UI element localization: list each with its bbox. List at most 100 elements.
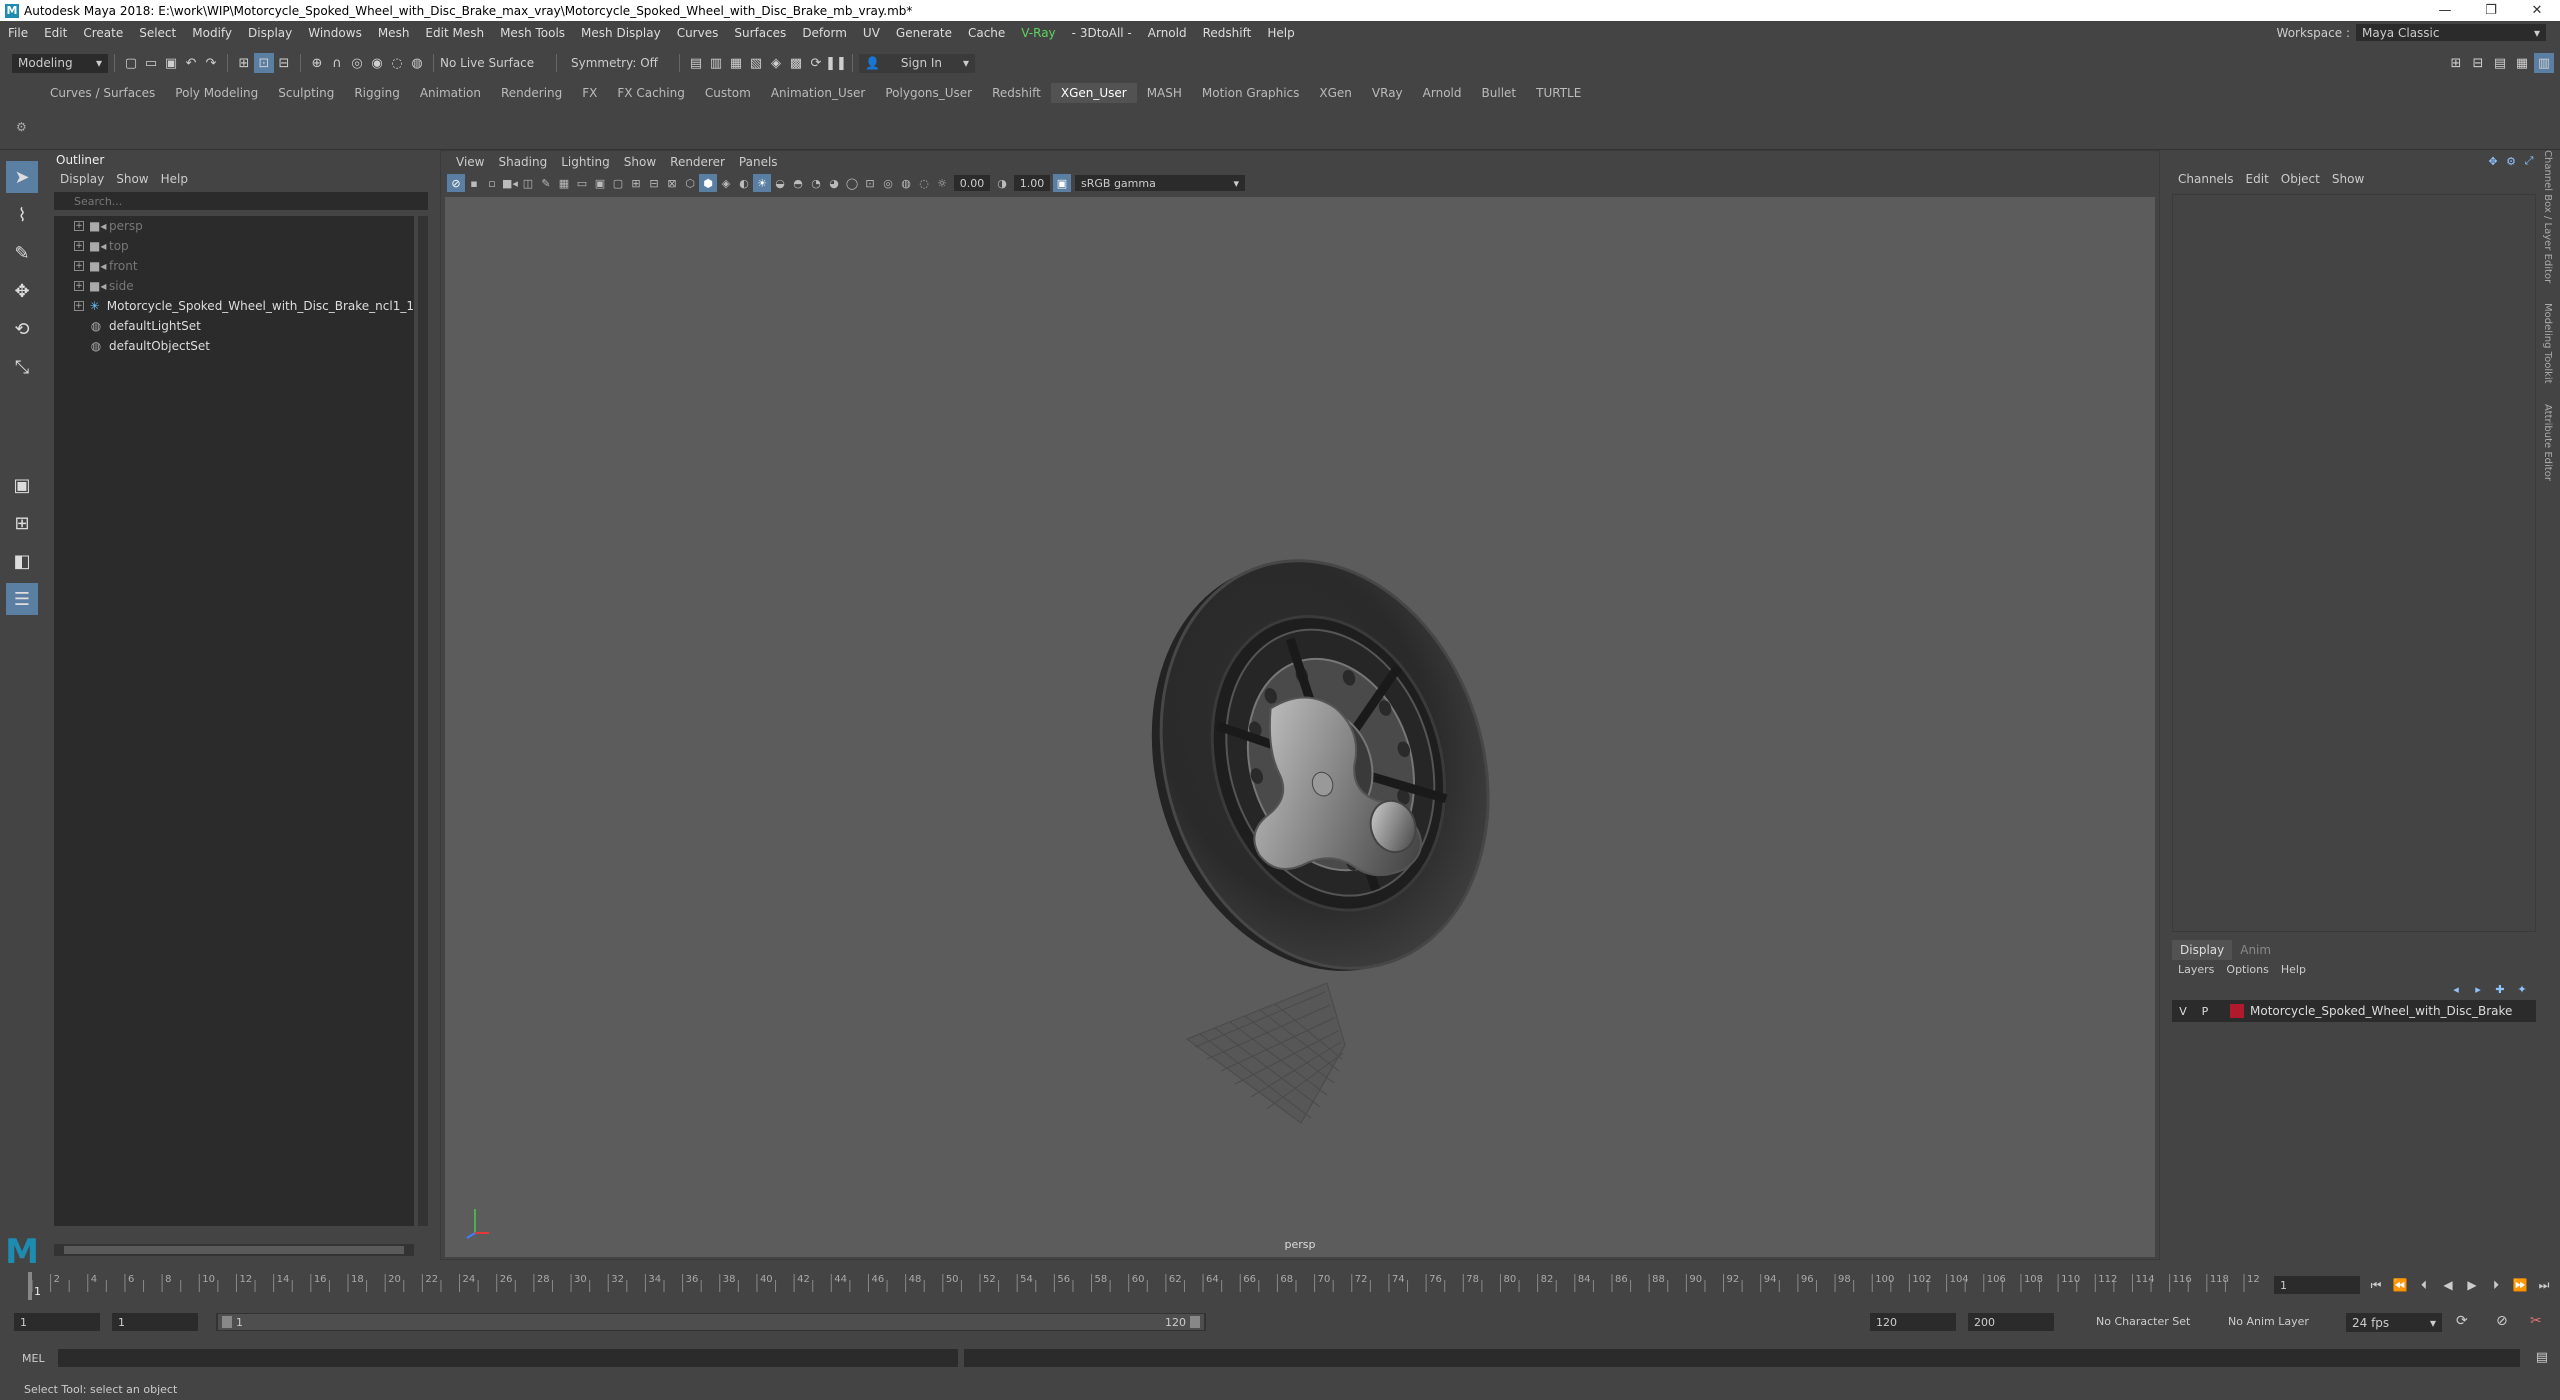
- select-component-icon[interactable]: ⊟: [274, 53, 294, 73]
- menu-generate[interactable]: Generate: [888, 26, 960, 40]
- scrollbar-thumb[interactable]: [64, 1246, 404, 1254]
- safe-title-icon[interactable]: ⊠: [663, 174, 681, 192]
- shelf-tab-rendering[interactable]: Rendering: [491, 83, 572, 103]
- menu-arnold[interactable]: Arnold: [1140, 26, 1195, 40]
- textured-icon[interactable]: ◐: [735, 174, 753, 192]
- save-scene-icon[interactable]: ▣: [161, 53, 181, 73]
- menu-set-dropdown[interactable]: Modeling ▾: [12, 53, 108, 73]
- layer-visibility-toggle[interactable]: V: [2172, 1005, 2194, 1018]
- channel-box-layout-icon[interactable]: ✥: [2486, 154, 2500, 168]
- render-view-icon[interactable]: ▦: [726, 53, 746, 73]
- hypershade-icon[interactable]: ▩: [786, 53, 806, 73]
- expand-icon[interactable]: +: [74, 281, 84, 291]
- render-frame-icon[interactable]: ▤: [686, 53, 706, 73]
- channel-box-menu-channels[interactable]: Channels: [2172, 172, 2240, 186]
- command-input[interactable]: [58, 1349, 958, 1367]
- snap-view-icon[interactable]: ◉: [367, 53, 387, 73]
- layer-tab-display[interactable]: Display: [2172, 940, 2233, 960]
- workspace-dropdown[interactable]: Maya Classic ▾: [2356, 24, 2546, 41]
- go-to-end-icon[interactable]: ⏭: [2536, 1278, 2552, 1293]
- render-sequence-icon[interactable]: ▥: [706, 53, 726, 73]
- shelf-tab-sculpting[interactable]: Sculpting: [268, 83, 344, 103]
- snap-point-icon[interactable]: ◎: [347, 53, 367, 73]
- channel-box-menu-show[interactable]: Show: [2326, 172, 2370, 186]
- color-management-icon[interactable]: ▣: [1053, 174, 1071, 192]
- menu-deform[interactable]: Deform: [794, 26, 855, 40]
- xray-joints-icon[interactable]: ◍: [897, 174, 915, 192]
- step-back-frame-icon[interactable]: ⏴: [2416, 1278, 2432, 1293]
- menu-cache[interactable]: Cache: [960, 26, 1013, 40]
- outliner-vertical-scrollbar[interactable]: [418, 216, 428, 1226]
- four-view-layout-icon[interactable]: ⊞: [6, 507, 38, 539]
- tool-settings-icon[interactable]: ▤: [2490, 53, 2510, 73]
- shelf-tab-animation-user[interactable]: Animation_User: [761, 83, 876, 103]
- select-camera-icon[interactable]: ⊘: [447, 174, 465, 192]
- shelf-tab-curves-surfaces[interactable]: Curves / Surfaces: [40, 83, 165, 103]
- grid-toggle-icon[interactable]: ▦: [555, 174, 573, 192]
- menu-edit[interactable]: Edit: [36, 26, 75, 40]
- lasso-tool-icon[interactable]: ⌇: [6, 199, 38, 231]
- menu-modify[interactable]: Modify: [184, 26, 240, 40]
- menu-help[interactable]: Help: [1259, 26, 1302, 40]
- shelf-tab-vray[interactable]: VRay: [1362, 83, 1413, 103]
- anim-layer-dropdown[interactable]: No Anim Layer: [2228, 1315, 2309, 1328]
- step-forward-frame-icon[interactable]: ⏵: [2488, 1278, 2504, 1293]
- time-ruler[interactable]: 2 4 6 8 10 12 14 16 18 20 22 24 26 28 30 32 34 36 38 40 42 44…: [28, 1270, 2260, 1302]
- viewport-menu-renderer[interactable]: Renderer: [663, 155, 732, 169]
- auto-key-icon[interactable]: ⊘: [2496, 1313, 2508, 1329]
- open-scene-icon[interactable]: ▭: [141, 53, 161, 73]
- script-language-toggle[interactable]: MEL: [0, 1352, 56, 1365]
- smooth-shade-icon[interactable]: ⬢: [699, 174, 717, 192]
- snap-grid-icon[interactable]: ⊕: [307, 53, 327, 73]
- layer-editor-icon[interactable]: ▥: [2534, 53, 2554, 73]
- layer-menu-options[interactable]: Options: [2220, 963, 2274, 976]
- live-surface-label[interactable]: No Live Surface: [440, 56, 550, 70]
- shelf-tab-poly-modeling[interactable]: Poly Modeling: [165, 83, 268, 103]
- side-tab-modeling-toolkit[interactable]: Modeling Toolkit: [2542, 303, 2553, 384]
- restore-button[interactable]: ❐: [2468, 0, 2514, 21]
- shelf-tab-polygons-user[interactable]: Polygons_User: [875, 83, 982, 103]
- two-pane-layout-icon[interactable]: ◧: [6, 545, 38, 577]
- layer-tab-anim[interactable]: Anim: [2232, 943, 2279, 957]
- fps-dropdown[interactable]: 24 fps ▾: [2346, 1313, 2442, 1332]
- motion-blur-icon[interactable]: ◔: [807, 174, 825, 192]
- render-settings-icon[interactable]: ▧: [746, 53, 766, 73]
- view-transform-dropdown[interactable]: sRGB gamma ▾: [1075, 175, 1245, 191]
- preferences-icon[interactable]: ✂: [2530, 1313, 2542, 1329]
- move-layer-down-icon[interactable]: ▸: [2470, 981, 2486, 997]
- pause-icon[interactable]: ❚❚: [825, 53, 847, 73]
- select-object-icon[interactable]: ⊡: [254, 53, 274, 73]
- depth-of-field-icon[interactable]: ◯: [843, 174, 861, 192]
- outliner-item-default-light-set[interactable]: ◍ defaultLightSet: [54, 316, 414, 336]
- menu-file[interactable]: File: [0, 26, 36, 40]
- xray-icon[interactable]: ◎: [879, 174, 897, 192]
- snap-vertex-icon[interactable]: ◍: [407, 53, 427, 73]
- current-frame-field[interactable]: 1: [2274, 1276, 2360, 1294]
- layer-color-swatch[interactable]: [2230, 1004, 2244, 1018]
- outliner-menu-show[interactable]: Show: [110, 172, 154, 186]
- undo-icon[interactable]: ↶: [181, 53, 201, 73]
- rotate-tool-icon[interactable]: ⟲: [6, 313, 38, 345]
- vray-render-icon[interactable]: ⟳: [806, 53, 826, 73]
- gate-mask-icon[interactable]: ▢: [609, 174, 627, 192]
- expand-icon[interactable]: +: [74, 261, 84, 271]
- attribute-editor-icon[interactable]: ⊟: [2468, 53, 2488, 73]
- layer-menu-help[interactable]: Help: [2275, 963, 2312, 976]
- outliner-item-default-object-set[interactable]: ◍ defaultObjectSet: [54, 336, 414, 356]
- outliner-item-wheel-group[interactable]: + ✳ Motorcycle_Spoked_Wheel_with_Disc_Br…: [54, 296, 414, 316]
- grease-pencil-icon[interactable]: ✎: [537, 174, 555, 192]
- outliner-item-persp[interactable]: + ■◂ persp: [54, 216, 414, 236]
- single-perspective-layout-icon[interactable]: ▣: [6, 469, 38, 501]
- side-tab-attribute-editor[interactable]: Attribute Editor: [2542, 404, 2553, 481]
- move-tool-icon[interactable]: ✥: [6, 275, 38, 307]
- camera-attributes-icon[interactable]: ▪: [465, 174, 483, 192]
- bookmark-icon[interactable]: ▫: [483, 174, 501, 192]
- shelf-tab-xgen[interactable]: XGen: [1309, 83, 1362, 103]
- menu-windows[interactable]: Windows: [300, 26, 370, 40]
- current-time-indicator[interactable]: [28, 1272, 32, 1300]
- go-to-start-icon[interactable]: ⏮: [2368, 1278, 2384, 1293]
- animation-end-field[interactable]: 200: [1968, 1313, 2054, 1331]
- redo-icon[interactable]: ↷: [201, 53, 221, 73]
- snap-surface-icon[interactable]: ◌: [387, 53, 407, 73]
- use-lights-icon[interactable]: ☀: [753, 174, 771, 192]
